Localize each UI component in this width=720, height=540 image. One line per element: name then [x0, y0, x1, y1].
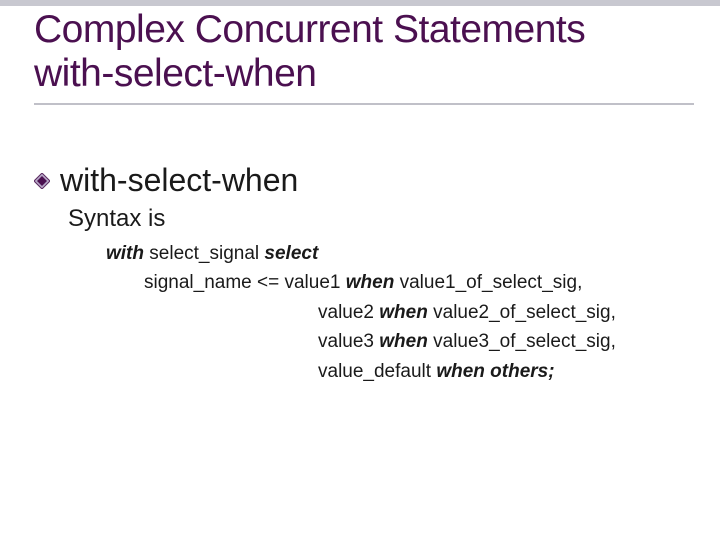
bullet-text: with-select-when: [60, 162, 298, 199]
code-text: select_signal: [144, 243, 264, 264]
keyword-when-others: when others;: [436, 361, 554, 382]
slide-title: Complex Concurrent Statements with-selec…: [34, 8, 694, 105]
code-line-1: with select_signal select: [106, 239, 694, 268]
code-text: value3_of_select_sig,: [428, 331, 616, 352]
top-bar-decoration: [0, 0, 720, 6]
code-line-2: signal_name <= value1 when value1_of_sel…: [144, 268, 694, 297]
code-line-5: value_default when others;: [318, 357, 694, 386]
syntax-code-block: with select_signal select signal_name <=…: [106, 239, 694, 386]
title-line-2: with-select-when: [34, 52, 694, 96]
keyword-when: when: [379, 331, 428, 352]
code-text: value3: [318, 331, 379, 352]
keyword-select: select: [264, 243, 318, 264]
code-text: value_default: [318, 361, 436, 382]
code-text: value1_of_select_sig,: [394, 272, 582, 293]
diamond-bullet-icon: [34, 173, 50, 189]
keyword-when: when: [379, 302, 428, 323]
subitem-syntax: Syntax is: [68, 205, 694, 233]
slide: Complex Concurrent Statements with-selec…: [0, 0, 720, 540]
bullet-item: with-select-when: [34, 162, 694, 199]
code-text: value2_of_select_sig,: [428, 302, 616, 323]
slide-body: with-select-when Syntax is with select_s…: [34, 162, 694, 386]
keyword-with: with: [106, 243, 144, 264]
keyword-when: when: [346, 272, 395, 293]
code-text: value2: [318, 302, 379, 323]
title-line-1: Complex Concurrent Statements: [34, 8, 694, 52]
code-text: signal_name <= value1: [144, 272, 346, 293]
code-line-4: value3 when value3_of_select_sig,: [318, 327, 694, 356]
code-line-3: value2 when value2_of_select_sig,: [318, 298, 694, 327]
